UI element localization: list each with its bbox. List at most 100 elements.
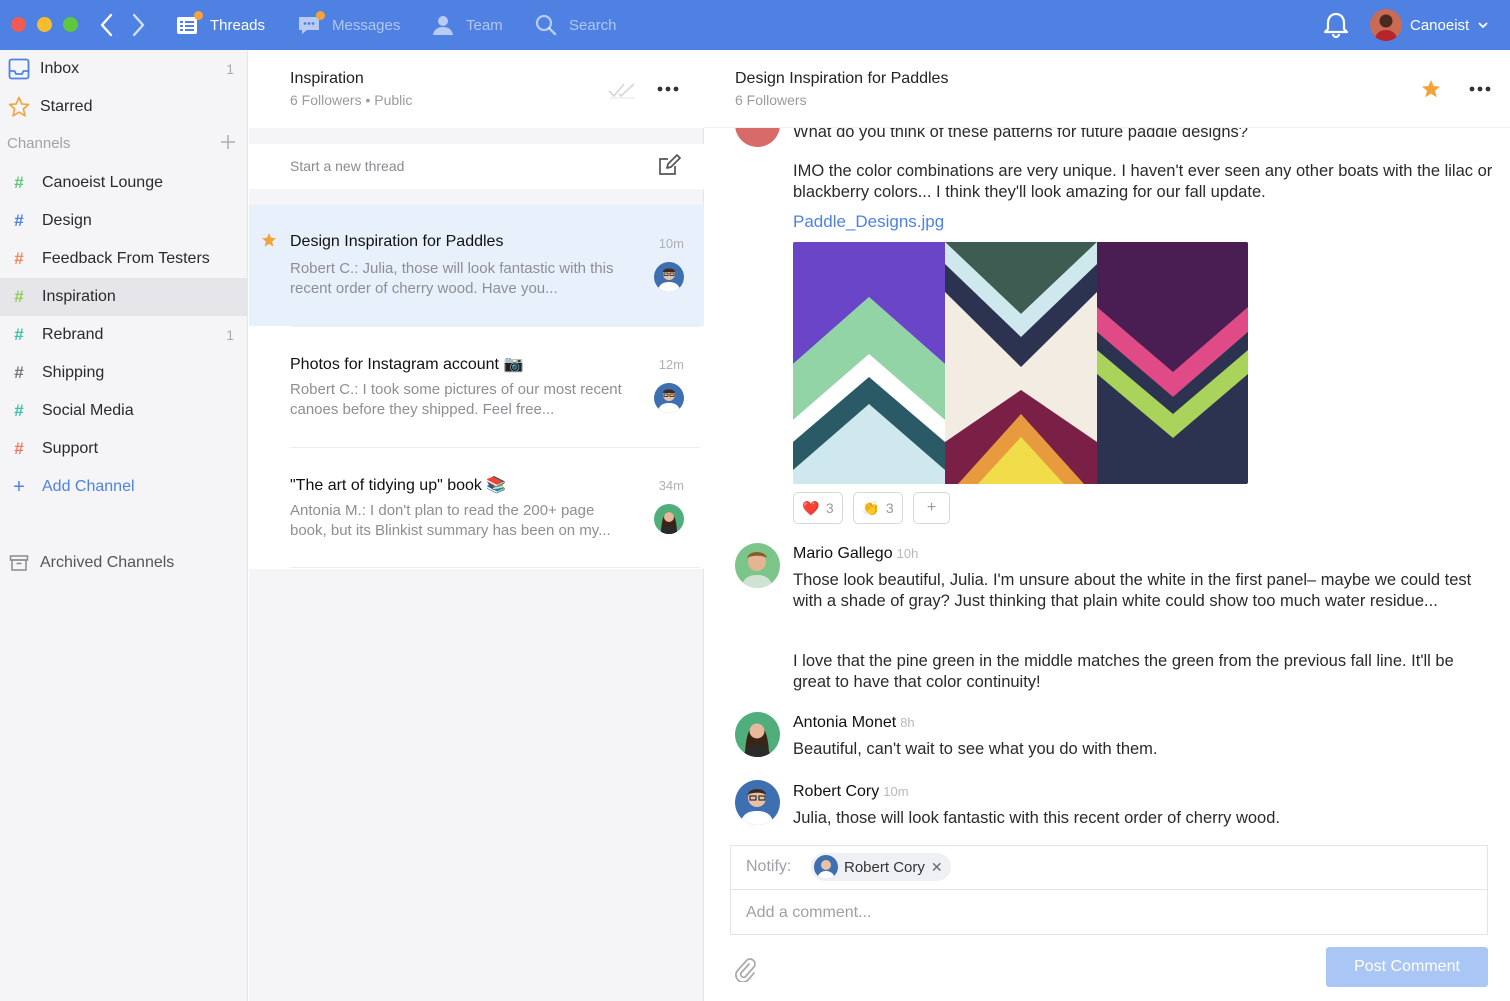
nav-search[interactable]: Search bbox=[533, 7, 617, 43]
mark-read-icon[interactable] bbox=[607, 80, 637, 100]
thread-item-photos-instagram[interactable]: Photos for Instagram account 📷 12m Rober… bbox=[249, 326, 704, 447]
sidebar-item-social-media[interactable]: # Social Media bbox=[0, 392, 248, 430]
hash-icon: # bbox=[14, 287, 24, 306]
message-text: IMO the color combinations are very uniq… bbox=[793, 162, 1493, 201]
forward-arrow-icon[interactable] bbox=[126, 11, 150, 39]
inbox-icon bbox=[8, 58, 30, 80]
user-menu[interactable]: Canoeist bbox=[1370, 8, 1489, 42]
close-window-button[interactable] bbox=[11, 17, 26, 32]
sidebar-item-support[interactable]: # Support bbox=[0, 430, 248, 468]
notify-label: Notify: bbox=[746, 858, 792, 875]
author-name: Antonia Monet bbox=[793, 714, 897, 731]
clap-emoji: 👏 bbox=[862, 499, 880, 516]
back-arrow-icon[interactable] bbox=[95, 11, 119, 39]
hash-icon: # bbox=[14, 439, 24, 458]
reaction-count: 3 bbox=[885, 500, 894, 516]
sidebar-item-inspiration[interactable]: # Inspiration bbox=[0, 278, 248, 316]
thread-title: Photos for Instagram account 📷 bbox=[290, 356, 524, 373]
sidebar-item-shipping[interactable]: # Shipping bbox=[0, 354, 248, 392]
nav-threads[interactable]: Threads bbox=[174, 7, 265, 43]
star-filled-icon[interactable] bbox=[261, 232, 277, 248]
recipient-name: Robert Cory bbox=[844, 858, 925, 876]
sidebar-item-archived-channels[interactable]: Archived Channels bbox=[0, 544, 248, 582]
avatar bbox=[654, 383, 684, 413]
post-comment-button[interactable]: Post Comment bbox=[1326, 947, 1488, 987]
heart-emoji: ❤️ bbox=[802, 499, 820, 516]
sidebar-item-rebrand[interactable]: # Rebrand 1 bbox=[0, 316, 248, 354]
sidebar-item-label: Inspiration bbox=[42, 288, 116, 305]
sidebar-item-feedback-from-testers[interactable]: # Feedback From Testers bbox=[0, 240, 248, 278]
paddle-designs-image[interactable] bbox=[793, 242, 1248, 484]
compose-icon[interactable] bbox=[657, 154, 681, 178]
maximize-window-button[interactable] bbox=[63, 17, 78, 32]
nav-search-label: Search bbox=[569, 16, 617, 34]
nav-messages[interactable]: Messages bbox=[296, 7, 400, 43]
top-bar: Threads Messages Team Search Canoeist bbox=[0, 0, 1510, 50]
reaction-clap[interactable]: 👏 3 bbox=[853, 492, 903, 524]
nav-messages-label: Messages bbox=[332, 16, 401, 34]
sidebar-item-label: Shipping bbox=[42, 364, 105, 381]
sidebar-item-starred[interactable]: Starred bbox=[0, 88, 248, 126]
message-text: I love that the pine green in the middle… bbox=[793, 652, 1454, 691]
archived-label: Archived Channels bbox=[40, 554, 175, 571]
more-options-icon[interactable] bbox=[655, 78, 681, 100]
conversation-panel: Design Inspiration for Paddles 6 Followe… bbox=[705, 50, 1510, 1001]
thread-preview: Robert C.: Julia, those will look fantas… bbox=[290, 260, 614, 297]
avatar bbox=[654, 504, 684, 534]
unread-count: 1 bbox=[226, 61, 234, 77]
threads-icon bbox=[174, 11, 203, 38]
search-icon bbox=[533, 12, 559, 38]
add-channel-button[interactable]: + Add Channel bbox=[0, 468, 248, 506]
hash-icon: # bbox=[14, 249, 24, 268]
comment-input[interactable]: Add a comment... bbox=[730, 889, 1488, 935]
hash-icon: # bbox=[14, 401, 24, 420]
message-text: Julia, those will look fantastic with th… bbox=[793, 809, 1280, 827]
nav-team[interactable]: Team bbox=[430, 7, 503, 43]
avatar bbox=[654, 262, 684, 292]
new-thread-input[interactable]: Start a new thread bbox=[249, 144, 704, 189]
user-name: Canoeist bbox=[1410, 16, 1470, 34]
paperclip-icon[interactable] bbox=[734, 956, 756, 982]
plus-icon: + bbox=[13, 475, 25, 498]
sidebar-item-inbox[interactable]: Inbox 1 bbox=[0, 50, 248, 88]
channel-subtitle: 6 Followers • Public bbox=[290, 92, 413, 108]
star-filled-icon[interactable] bbox=[1420, 78, 1442, 100]
avatar bbox=[735, 128, 780, 147]
sidebar-item-canoeist-lounge[interactable]: # Canoeist Lounge bbox=[0, 164, 248, 202]
thread-time: 10m bbox=[658, 236, 684, 251]
notify-recipient-chip[interactable]: Robert Cory ✕ bbox=[811, 853, 951, 881]
avatar bbox=[735, 543, 780, 588]
thread-preview: Antonia M.: I don't plan to read the 200… bbox=[290, 502, 611, 539]
message-author: Antonia Monet 8h bbox=[793, 714, 915, 732]
sidebar-item-design[interactable]: # Design bbox=[0, 202, 248, 240]
thread-preview: Robert C.: I took some pictures of our m… bbox=[290, 381, 622, 418]
channel-header: Inspiration 6 Followers • Public bbox=[249, 50, 704, 128]
message-text: What do you think of these patterns for … bbox=[793, 128, 1248, 141]
minimize-window-button[interactable] bbox=[37, 17, 52, 32]
bell-icon[interactable] bbox=[1322, 11, 1350, 39]
message-author: Robert Cory 10m bbox=[793, 783, 909, 801]
sidebar-item-label: Social Media bbox=[42, 402, 134, 419]
add-channel-plus-icon[interactable] bbox=[219, 133, 237, 151]
author-name: Robert Cory bbox=[793, 783, 880, 800]
thread-item-art-of-tidying[interactable]: "The art of tidying up" book 📚 34m Anton… bbox=[249, 447, 704, 568]
remove-recipient-icon[interactable]: ✕ bbox=[931, 859, 943, 876]
attachment-link[interactable]: Paddle_Designs.jpg bbox=[793, 212, 944, 232]
conversation-title: Design Inspiration for Paddles bbox=[735, 70, 949, 87]
add-channel-label: Add Channel bbox=[42, 478, 135, 495]
add-reaction-button[interactable]: + bbox=[913, 492, 950, 524]
thread-time: 12m bbox=[658, 357, 684, 372]
notify-field[interactable]: Notify: Robert Cory ✕ bbox=[730, 845, 1488, 889]
notification-dot bbox=[316, 11, 325, 20]
more-options-icon[interactable] bbox=[1467, 78, 1493, 100]
conversation-header: Design Inspiration for Paddles 6 Followe… bbox=[705, 50, 1510, 128]
nav-team-label: Team bbox=[466, 16, 503, 34]
notification-dot bbox=[194, 11, 203, 20]
unread-count: 1 bbox=[226, 327, 234, 343]
reaction-heart[interactable]: ❤️ 3 bbox=[793, 492, 843, 524]
divider bbox=[290, 447, 700, 448]
thread-item-design-inspiration[interactable]: Design Inspiration for Paddles 10m Rober… bbox=[249, 205, 704, 326]
conversation-subtitle: 6 Followers bbox=[735, 92, 807, 108]
thread-list-panel: Inspiration 6 Followers • Public Start a… bbox=[249, 50, 704, 1001]
star-outline-icon bbox=[8, 96, 30, 118]
